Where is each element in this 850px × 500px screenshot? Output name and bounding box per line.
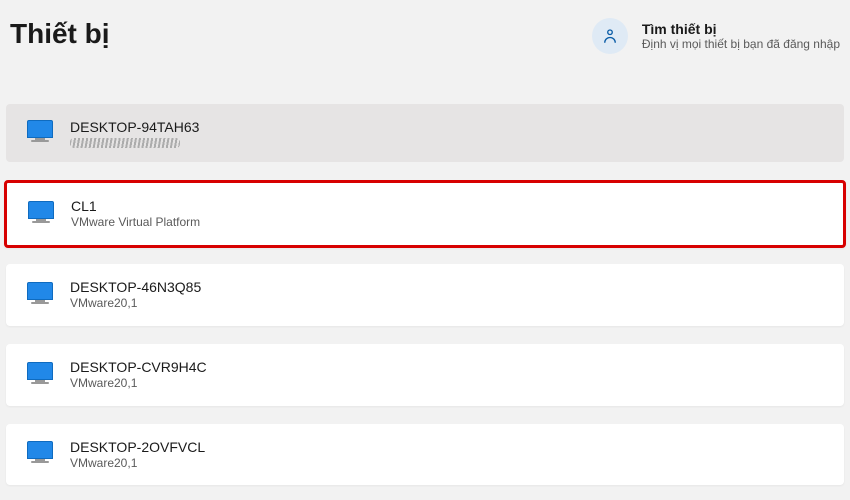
device-sub: VMware Virtual Platform (71, 215, 200, 231)
device-text: DESKTOP-CVR9H4C VMware20,1 (70, 358, 207, 392)
device-sub: VMware20,1 (70, 456, 205, 472)
device-text: DESKTOP-94TAH63 (70, 118, 199, 148)
device-sub: VMware20,1 (70, 296, 201, 312)
device-item[interactable]: DESKTOP-CVR9H4C VMware20,1 (6, 344, 844, 406)
person-pin-icon (601, 27, 619, 45)
find-device-title: Tìm thiết bị (642, 21, 840, 37)
device-text: DESKTOP-2OVFVCL VMware20,1 (70, 438, 205, 472)
device-sub: VMware20,1 (70, 376, 207, 392)
device-item[interactable]: CL1 VMware Virtual Platform (4, 180, 846, 248)
device-name: CL1 (71, 197, 200, 215)
device-item[interactable]: DESKTOP-46N3Q85 VMware20,1 (6, 264, 844, 326)
device-item[interactable]: DESKTOP-2OVFVCL VMware20,1 (6, 424, 844, 486)
page-header: Thiết bị Tìm thiết bị Định vị mọi thiết … (0, 0, 850, 64)
device-text: DESKTOP-46N3Q85 VMware20,1 (70, 278, 201, 312)
device-name: DESKTOP-CVR9H4C (70, 358, 207, 376)
find-device-text: Tìm thiết bị Định vị mọi thiết bị bạn đã… (642, 21, 840, 51)
find-device-icon (592, 18, 628, 54)
redacted-text (70, 138, 180, 148)
monitor-icon (26, 362, 54, 388)
monitor-icon (26, 282, 54, 308)
page-title: Thiết bị (10, 18, 110, 50)
device-list: DESKTOP-94TAH63 CL1 VMware Virtual Platf… (0, 104, 850, 485)
find-device-link[interactable]: Tìm thiết bị Định vị mọi thiết bị bạn đã… (592, 18, 840, 54)
device-name: DESKTOP-94TAH63 (70, 118, 199, 136)
device-item[interactable]: DESKTOP-94TAH63 (6, 104, 844, 162)
device-name: DESKTOP-2OVFVCL (70, 438, 205, 456)
device-name: DESKTOP-46N3Q85 (70, 278, 201, 296)
find-device-subtitle: Định vị mọi thiết bị bạn đã đăng nhập (642, 37, 840, 51)
device-text: CL1 VMware Virtual Platform (71, 197, 200, 231)
monitor-icon (26, 120, 54, 146)
monitor-icon (26, 441, 54, 467)
monitor-icon (27, 201, 55, 227)
